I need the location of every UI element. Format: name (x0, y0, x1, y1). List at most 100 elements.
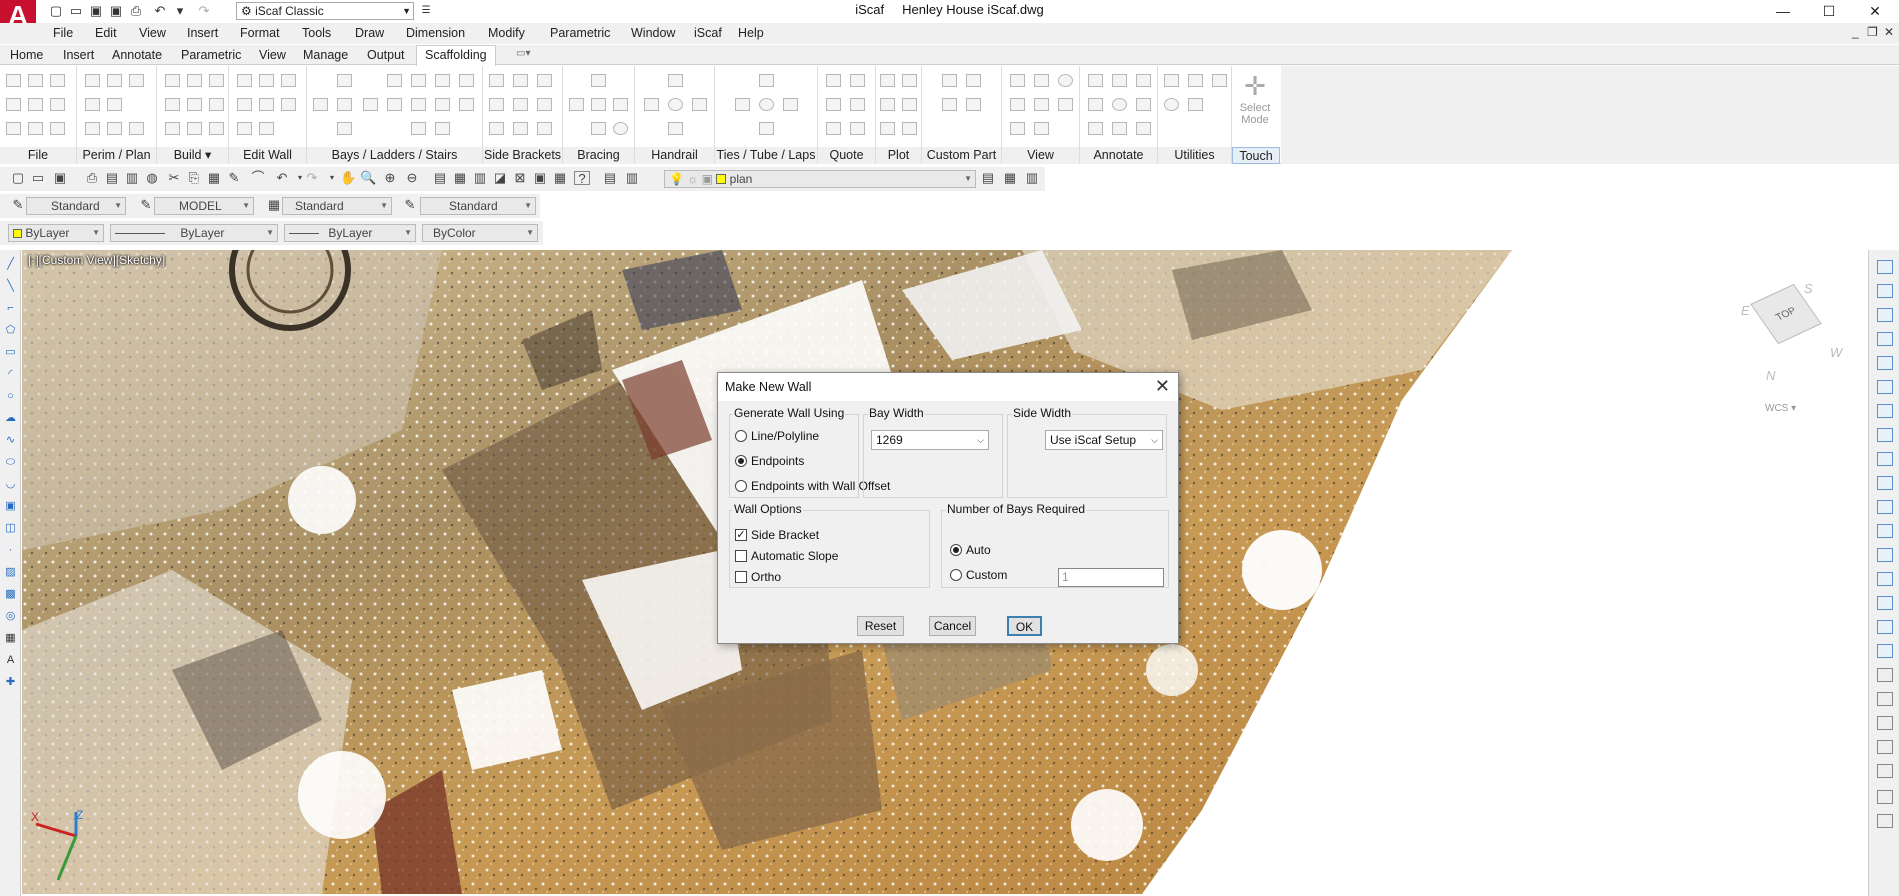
calculator-icon[interactable]: ▣ (532, 171, 548, 185)
text-front-icon[interactable] (1877, 790, 1893, 804)
pencil-icon[interactable] (85, 122, 100, 135)
handrail-icon[interactable] (668, 98, 683, 111)
tie-icon[interactable] (759, 98, 774, 111)
custom-part-icon[interactable] (942, 74, 957, 87)
annotate-icon[interactable] (1112, 122, 1127, 135)
zoom-previous-icon[interactable]: ⊖ (404, 171, 420, 185)
color-select[interactable]: ByLayer ▼ (8, 224, 104, 242)
build-icon[interactable] (165, 122, 180, 135)
text-icon[interactable] (1088, 74, 1103, 87)
ladder-icon[interactable] (411, 74, 426, 87)
tab-manage[interactable]: Manage (303, 48, 348, 62)
brace-icon[interactable] (613, 122, 628, 135)
utility-icon[interactable] (1188, 98, 1203, 111)
brace-icon[interactable] (591, 122, 606, 135)
automatic-slope-label[interactable]: Automatic Slope (751, 549, 838, 563)
bay-icon[interactable] (337, 74, 352, 87)
stair-icon[interactable] (435, 98, 450, 111)
undo-icon[interactable]: ↶ (274, 171, 290, 185)
ladder-icon[interactable] (411, 122, 426, 135)
bay-icon[interactable] (313, 98, 328, 111)
quote-icon[interactable] (826, 74, 841, 87)
close-icon[interactable]: ✕ (1852, 0, 1898, 22)
compass-s[interactable]: S (1804, 281, 1813, 296)
tab-annotate[interactable]: Annotate (112, 48, 162, 62)
bracket-icon[interactable] (513, 74, 528, 87)
fillet-icon[interactable] (1877, 596, 1893, 610)
bay-width-select[interactable]: 1269 ⌵ (871, 430, 989, 450)
ortho-checkbox[interactable] (735, 571, 747, 583)
select-mode-button[interactable]: ✛ Select Mode (1235, 70, 1275, 144)
new-icon[interactable]: ▢ (10, 171, 26, 185)
add-selected-icon[interactable]: ✚ (4, 676, 17, 688)
stretch-icon[interactable] (1877, 452, 1893, 466)
ladder-icon[interactable] (387, 74, 402, 87)
side-bracket-label[interactable]: Side Bracket (751, 528, 819, 542)
radio-endpoints-label[interactable]: Endpoints (751, 454, 804, 468)
settings-icon[interactable] (50, 122, 65, 135)
radio-line-polyline[interactable] (735, 430, 747, 442)
line-icon[interactable] (85, 98, 100, 111)
brace-icon[interactable] (613, 98, 628, 111)
brush-icon[interactable]: ⌒ (250, 171, 266, 185)
trim-icon[interactable] (1877, 476, 1893, 490)
plotstyle-select[interactable]: ByColor ▼ (422, 224, 538, 242)
stair-icon[interactable] (435, 122, 450, 135)
handrail-icon[interactable] (644, 98, 659, 111)
annotate-icon[interactable] (1088, 98, 1103, 111)
insert-block-icon[interactable]: ▣ (4, 500, 17, 512)
sheet-set-icon[interactable]: ◪ (492, 171, 508, 185)
wall-icon[interactable] (281, 74, 296, 87)
break-icon[interactable] (1877, 524, 1893, 538)
handrail-icon[interactable] (668, 122, 683, 135)
ortho-label[interactable]: Ortho (751, 570, 781, 584)
brace-icon[interactable] (591, 98, 606, 111)
wall-icon[interactable] (259, 98, 274, 111)
plan-icon[interactable] (107, 74, 122, 87)
plot-icon[interactable]: ⎙ (84, 171, 100, 185)
line-icon[interactable]: ╱ (4, 258, 17, 270)
draworder-under-icon[interactable] (1877, 764, 1893, 778)
rectangle-icon[interactable]: ▭ (4, 346, 17, 358)
cut-icon[interactable]: ✂ (166, 171, 182, 185)
open-icon[interactable] (28, 74, 43, 87)
bay-icon[interactable] (363, 98, 378, 111)
custom-part-icon[interactable] (966, 98, 981, 111)
ellipse-arc-icon[interactable]: ◡ (4, 478, 17, 490)
view-icon[interactable] (1010, 74, 1025, 87)
match-props-icon[interactable]: ✎ (226, 171, 242, 185)
linetype-select[interactable]: ByLayer ▼ (110, 224, 278, 242)
viewport-controls[interactable]: [-][Custom View][Sketchy] (28, 253, 165, 267)
bracket-icon[interactable] (513, 98, 528, 111)
ellipse-icon[interactable]: ⬭ (4, 456, 17, 468)
doc-restore-icon[interactable]: ❐ (1867, 25, 1878, 39)
build-icon[interactable] (165, 74, 180, 87)
wall-icon[interactable] (237, 74, 252, 87)
perimeter-icon[interactable] (85, 74, 100, 87)
tab-parametric[interactable]: Parametric (181, 48, 241, 62)
bays-custom-input[interactable]: 1 (1058, 568, 1164, 587)
quote-icon[interactable] (850, 122, 865, 135)
scale-icon[interactable] (1877, 428, 1893, 442)
paste-icon[interactable]: ▦ (206, 171, 222, 185)
make-block-icon[interactable]: ◫ (4, 522, 17, 534)
redo-icon[interactable]: ↷ (304, 171, 320, 185)
zoom-icon[interactable]: 🔍 (360, 171, 376, 185)
quote-icon[interactable] (826, 122, 841, 135)
calc-icon[interactable]: ▦ (552, 171, 568, 185)
move-icon[interactable] (1877, 380, 1893, 394)
draworder-front-icon[interactable] (1877, 692, 1893, 706)
quote-icon[interactable] (826, 98, 841, 111)
import-icon[interactable] (28, 122, 43, 135)
scissors-icon[interactable] (107, 122, 122, 135)
blend-icon[interactable] (1877, 620, 1893, 634)
export-icon[interactable] (6, 122, 21, 135)
bracket-icon[interactable] (489, 98, 504, 111)
radio-bays-auto[interactable] (950, 544, 962, 556)
panel-touch-label[interactable]: Touch (1232, 147, 1280, 164)
folder-icon[interactable] (50, 98, 65, 111)
radio-line-polyline-label[interactable]: Line/Polyline (751, 429, 819, 443)
tool-palettes-icon[interactable]: ▥ (472, 171, 488, 185)
offset-icon[interactable] (1877, 332, 1893, 346)
leader-icon[interactable] (1136, 74, 1151, 87)
